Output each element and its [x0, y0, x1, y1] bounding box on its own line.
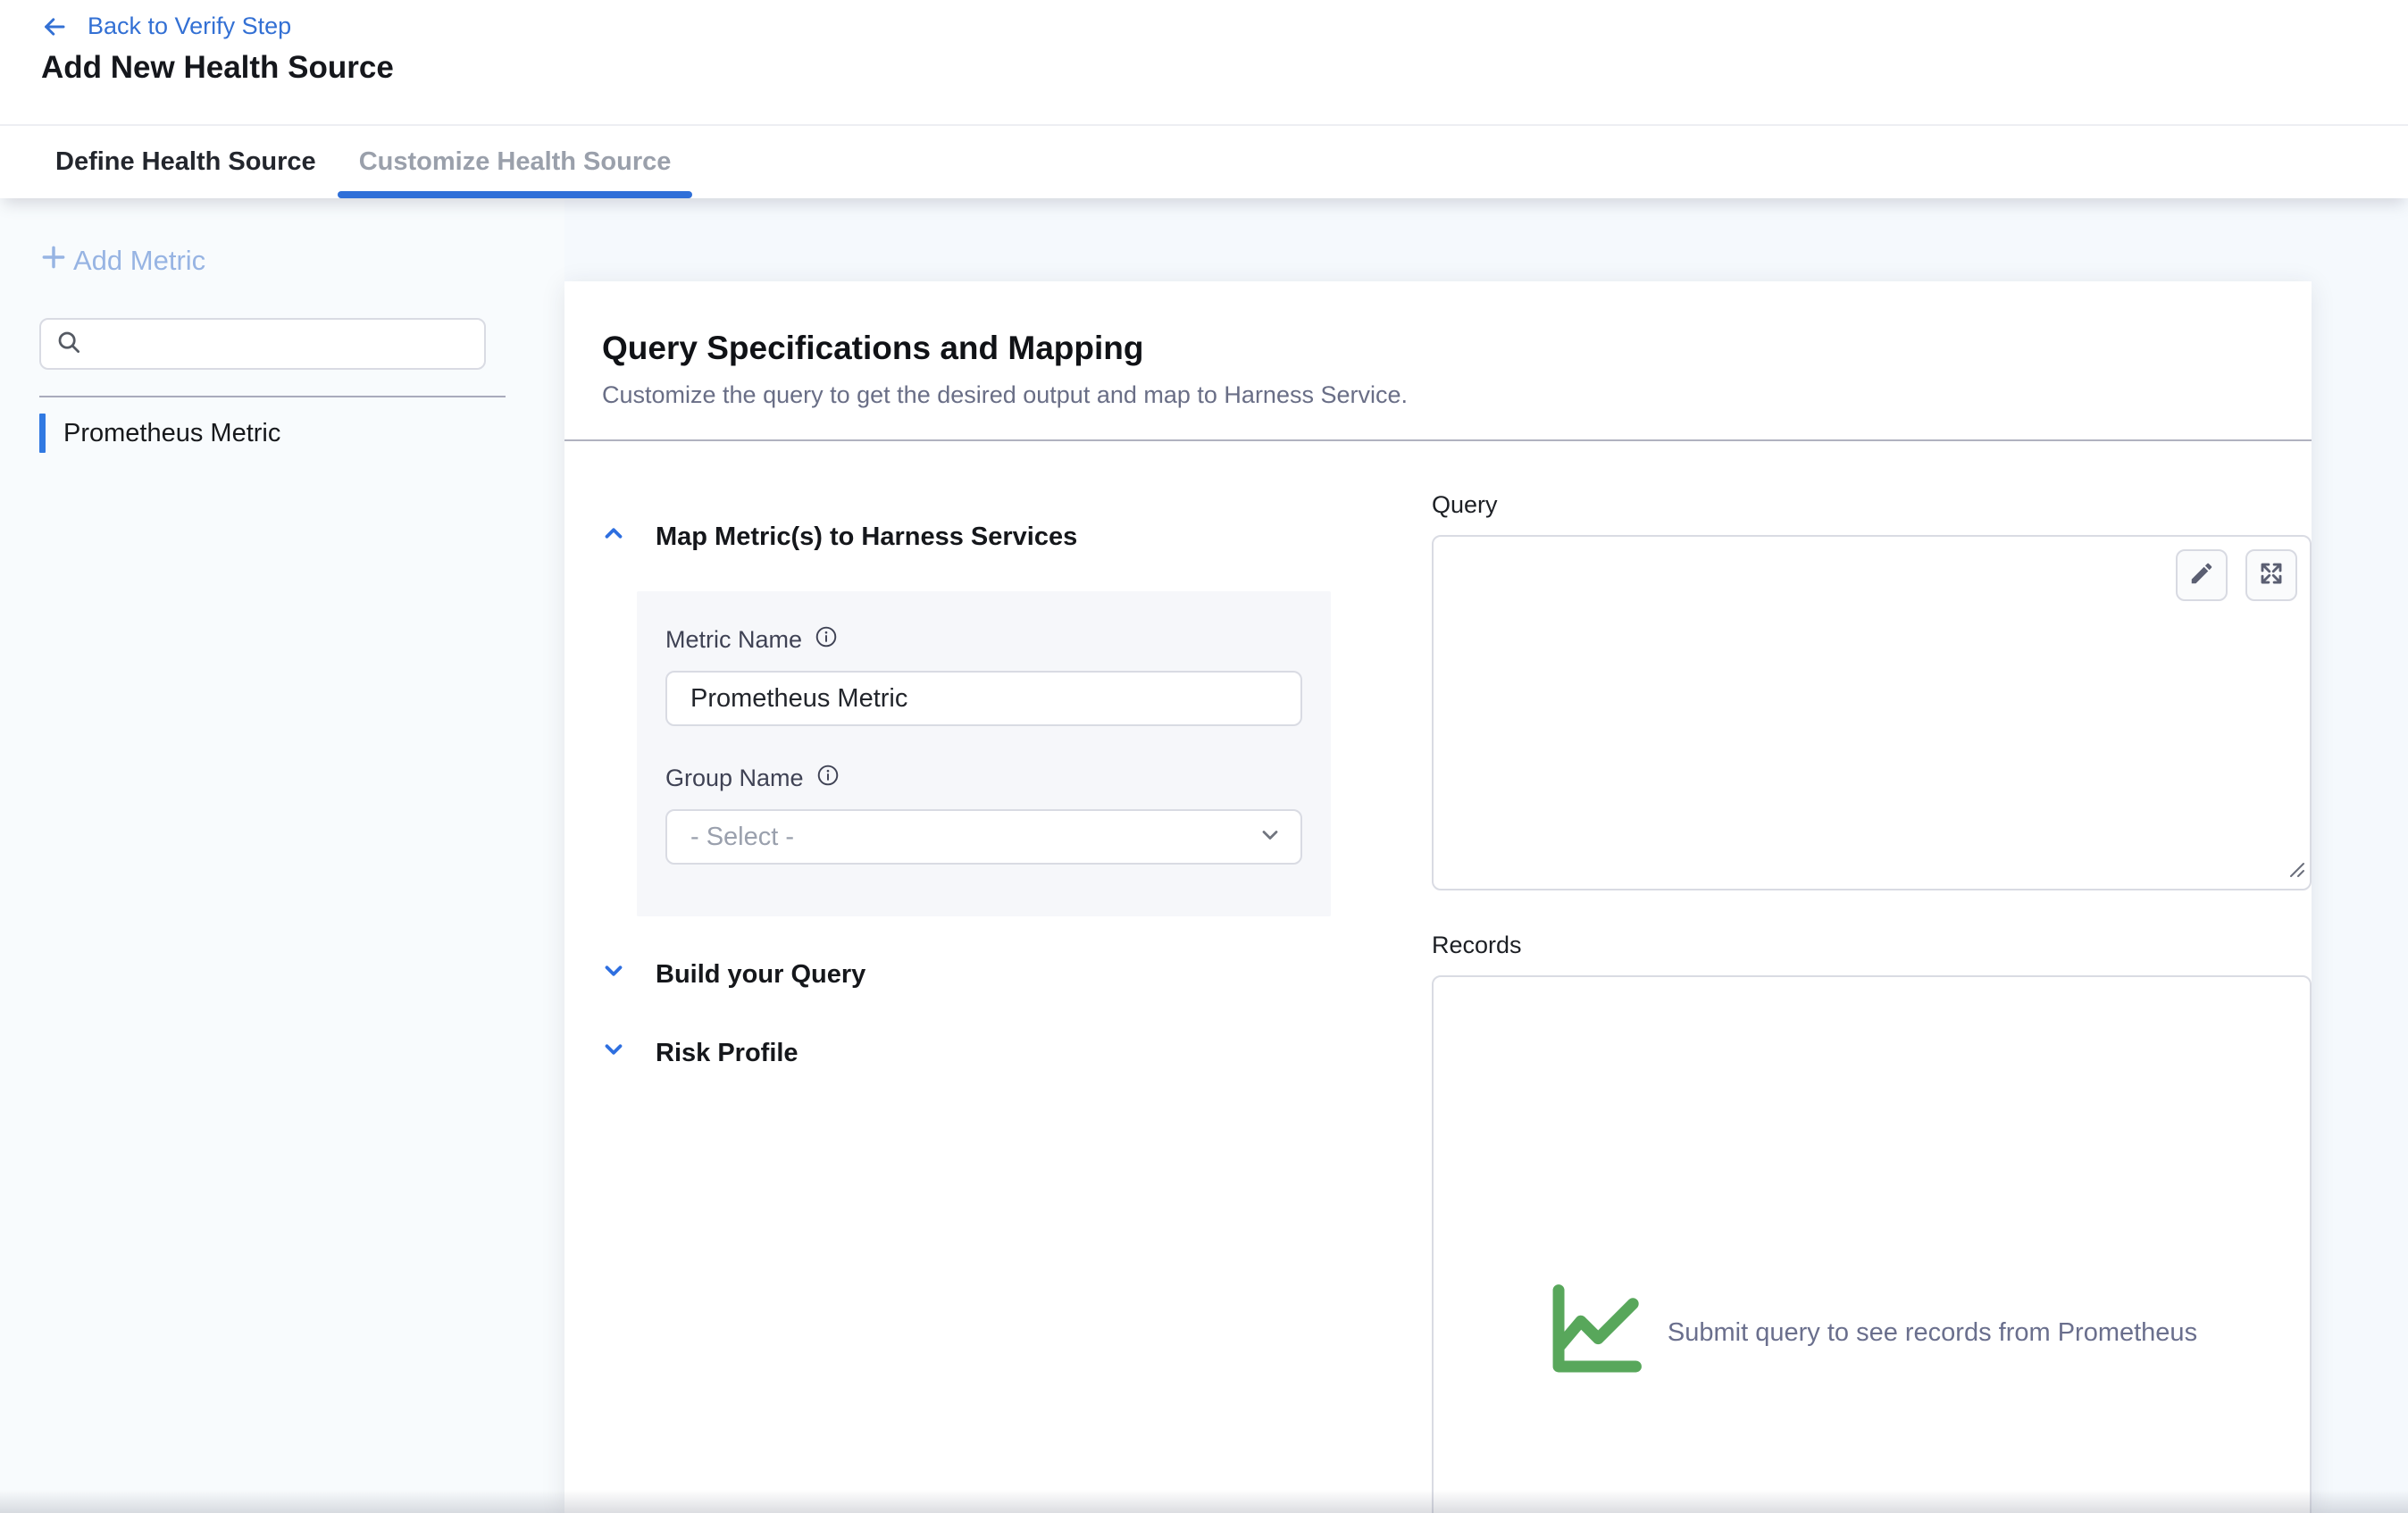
- select-placeholder: - Select -: [690, 823, 794, 852]
- sidebar-divider: [39, 396, 506, 397]
- records-empty-state: Submit query to see records from Prometh…: [1546, 1283, 2197, 1383]
- section-build-your-query[interactable]: Build your Query: [600, 957, 1367, 991]
- add-metric-button[interactable]: Add Metric: [39, 243, 205, 279]
- section-title: Risk Profile: [656, 1039, 798, 1068]
- metric-list-item-prometheus[interactable]: Prometheus Metric: [39, 413, 280, 454]
- metric-search[interactable]: [39, 318, 486, 370]
- chevron-down-icon: [1258, 823, 1283, 852]
- chevron-down-icon: [600, 957, 627, 991]
- search-icon: [55, 329, 82, 360]
- query-records-column: Query: [1432, 491, 2312, 1513]
- section-title: Build your Query: [656, 960, 865, 990]
- active-tab-underline: [338, 191, 693, 198]
- edit-query-button[interactable]: [2176, 549, 2228, 601]
- records-label: Records: [1432, 932, 2312, 959]
- records-panel: Submit query to see records from Prometh…: [1432, 975, 2312, 1513]
- section-title: Map Metric(s) to Harness Services: [656, 522, 1077, 552]
- info-circle-icon[interactable]: [815, 625, 838, 655]
- section-risk-profile[interactable]: Risk Profile: [600, 1036, 1367, 1070]
- back-link[interactable]: Back to Verify Step: [39, 13, 291, 40]
- map-metrics-panel: Metric Name Group Name: [637, 591, 1331, 916]
- metric-name-input[interactable]: [665, 671, 1302, 726]
- tab-customize-health-source[interactable]: Customize Health Source: [338, 126, 693, 198]
- metric-name-label: Metric Name: [665, 626, 802, 654]
- metric-name-label-row: Metric Name: [665, 625, 1302, 655]
- group-name-label: Group Name: [665, 765, 804, 792]
- tab-label: Customize Health Source: [359, 147, 672, 177]
- back-link-label: Back to Verify Step: [88, 13, 291, 40]
- query-actions: [2176, 549, 2297, 601]
- plus-icon: [39, 243, 68, 279]
- metric-item-label: Prometheus Metric: [63, 419, 280, 448]
- add-metric-label: Add Metric: [73, 245, 205, 277]
- expand-arrows-icon: [2258, 560, 2285, 591]
- resize-handle-icon[interactable]: [2287, 859, 2306, 883]
- metric-search-input[interactable]: [93, 330, 470, 358]
- tab-label: Define Health Source: [55, 147, 316, 177]
- group-name-label-row: Group Name: [665, 764, 1302, 793]
- line-chart-icon: [1546, 1283, 1643, 1383]
- query-editor: [1432, 535, 2312, 890]
- card-subtitle: Customize the query to get the desired o…: [602, 381, 2274, 409]
- fullscreen-query-button[interactable]: [2245, 549, 2297, 601]
- tab-define-health-source[interactable]: Define Health Source: [34, 126, 338, 198]
- query-specifications-card: Query Specifications and Mapping Customi…: [564, 281, 2312, 1513]
- mapping-column: Map Metric(s) to Harness Services Metric…: [600, 491, 1367, 1513]
- records-empty-message: Submit query to see records from Prometh…: [1668, 1318, 2197, 1348]
- query-label: Query: [1432, 491, 2312, 519]
- tab-bar: Define Health Source Customize Health So…: [0, 124, 2408, 198]
- selected-indicator-bar: [39, 414, 46, 453]
- info-circle-icon[interactable]: [816, 764, 840, 793]
- arrow-left-icon: [39, 13, 70, 40]
- card-header: Query Specifications and Mapping Customi…: [564, 281, 2312, 409]
- content-area: Add Metric Prometheus Metric Query Speci…: [0, 198, 2408, 1513]
- section-map-metrics[interactable]: Map Metric(s) to Harness Services: [600, 520, 1367, 554]
- metrics-sidebar: Add Metric Prometheus Metric: [0, 198, 564, 1513]
- card-columns: Map Metric(s) to Harness Services Metric…: [564, 441, 2312, 1513]
- chevron-down-icon: [600, 1036, 627, 1070]
- card-title: Query Specifications and Mapping: [602, 330, 2274, 367]
- group-name-select[interactable]: - Select -: [665, 809, 1302, 865]
- chevron-up-icon: [600, 520, 627, 554]
- page-title: Add New Health Source: [41, 50, 394, 86]
- page-header: Back to Verify Step Add New Health Sourc…: [0, 0, 2408, 198]
- pencil-icon: [2188, 560, 2215, 591]
